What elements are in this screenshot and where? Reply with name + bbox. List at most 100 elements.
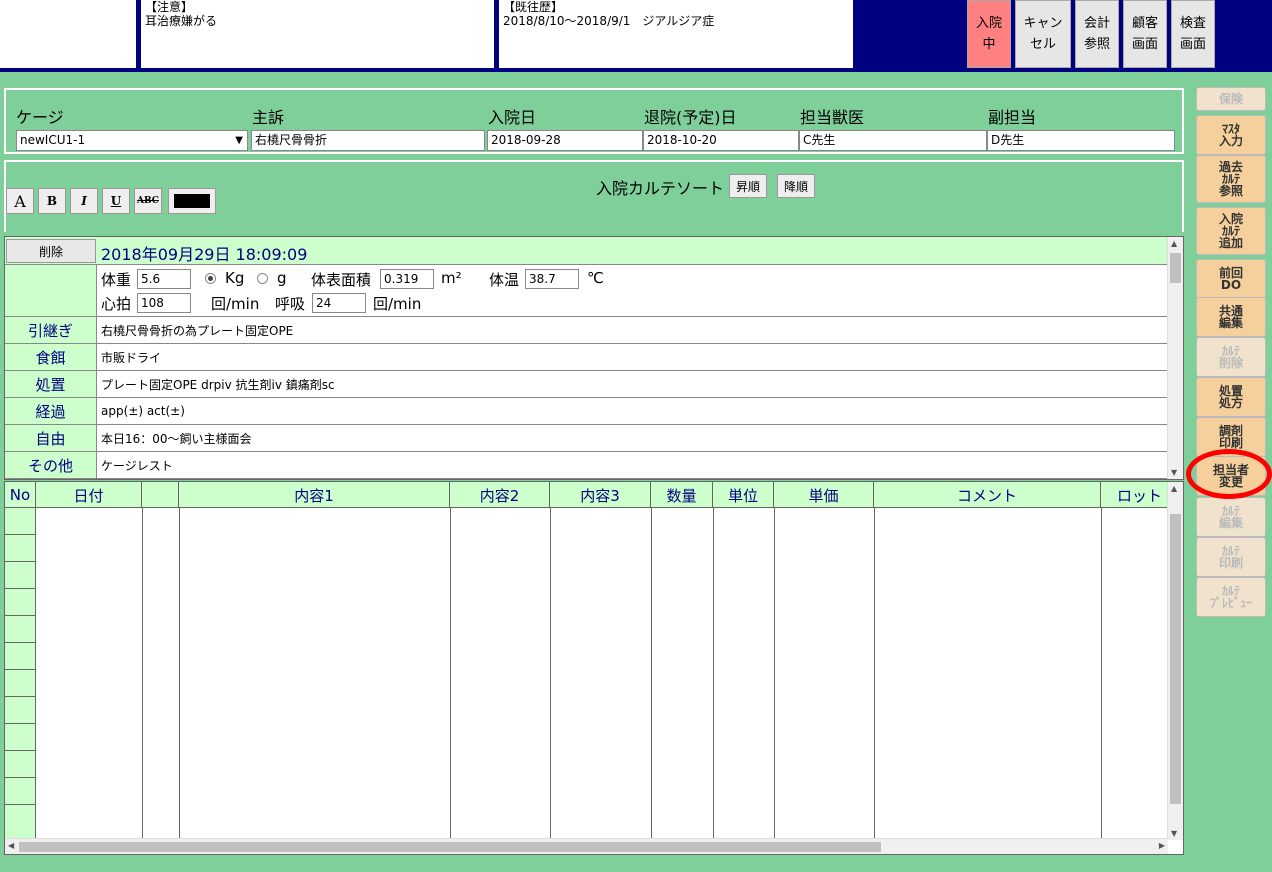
preview-chart-button[interactable]: ｶﾙﾃ ﾌﾟﾚﾋﾞｭｰ xyxy=(1196,577,1266,617)
weight-label: 体重 xyxy=(101,271,132,289)
history-title: 【既往歴】 xyxy=(503,0,564,14)
scroll-down-icon[interactable]: ▼ xyxy=(1171,829,1177,838)
row-number-cell[interactable] xyxy=(5,535,36,562)
sub-vet-label: 副担当 xyxy=(988,108,1037,127)
complaint-input[interactable]: 右橈尺骨骨折 xyxy=(251,130,485,151)
diet-value[interactable]: 市販ドライ xyxy=(97,344,1168,371)
row-number-cell[interactable] xyxy=(5,751,36,778)
cancel-button[interactable]: キャン セル xyxy=(1015,0,1071,68)
row-number-cell[interactable] xyxy=(5,643,36,670)
row-number-cell[interactable] xyxy=(5,508,36,535)
delete-chart-button[interactable]: ｶﾙﾃ 削除 xyxy=(1196,337,1266,377)
heart-rate-input[interactable]: 108 xyxy=(137,293,191,313)
col-divider xyxy=(450,508,451,838)
col-content3: 内容3 xyxy=(550,482,651,508)
record-panel: 削除 2018年09月29日 18:09:09 体重 5.6 Kg g 体表面積… xyxy=(4,236,1184,480)
resp-rate-label: 呼吸 xyxy=(275,295,306,313)
add-chart-button[interactable]: 入院 ｶﾙﾃ 追加 xyxy=(1196,207,1266,255)
detail-hscrollbar[interactable]: ◀ ▶ xyxy=(5,838,1168,854)
handover-value[interactable]: 右橈尺骨骨折の為プレート固定OPE xyxy=(97,317,1168,344)
row-number-cell[interactable] xyxy=(5,562,36,589)
treatment-prescription-button[interactable]: 処置 処方 xyxy=(1196,377,1266,417)
underline-button[interactable]: U xyxy=(102,188,130,214)
sub-vet-input[interactable]: D先生 xyxy=(987,130,1175,151)
col-divider xyxy=(550,508,551,838)
scroll-up-icon[interactable]: ▲ xyxy=(1171,239,1177,248)
delete-record-button[interactable]: 削除 xyxy=(6,239,96,263)
bsa-input[interactable]: 0.319 xyxy=(380,269,434,289)
common-edit-button[interactable]: 共通 編集 xyxy=(1196,297,1266,337)
header-blank-box xyxy=(0,0,136,68)
scroll-up-icon[interactable]: ▲ xyxy=(1171,484,1177,493)
treatment-value[interactable]: プレート固定OPE drpiv 抗生剤iv 鎮痛剤sc xyxy=(97,371,1168,398)
text-color-button[interactable] xyxy=(168,188,216,214)
customer-screen-button[interactable]: 顧客 画面 xyxy=(1123,0,1167,68)
col-divider xyxy=(179,508,180,838)
cage-select-value: newICU1-1 xyxy=(20,133,86,147)
vitals-label-cell xyxy=(5,265,97,317)
col-divider xyxy=(651,508,652,838)
g-radio[interactable] xyxy=(257,273,268,284)
strikethrough-button[interactable]: ABC xyxy=(134,188,162,214)
sort-asc-button[interactable]: 昇順 xyxy=(729,174,768,198)
temp-label: 体温 xyxy=(489,271,520,289)
font-button[interactable]: A xyxy=(6,188,34,214)
master-input-button[interactable]: ﾏｽﾀ 入力 xyxy=(1196,115,1266,155)
print-chart-button[interactable]: ｶﾙﾃ 印刷 xyxy=(1196,537,1266,577)
detail-hscroll-thumb[interactable] xyxy=(19,842,881,852)
scroll-down-icon[interactable]: ▼ xyxy=(1171,468,1177,477)
row-number-cell[interactable] xyxy=(5,589,36,616)
row-number-cell[interactable] xyxy=(5,670,36,697)
vet-input[interactable]: C先生 xyxy=(799,130,987,151)
color-swatch-fill xyxy=(174,194,210,208)
resp-rate-input[interactable]: 24 xyxy=(312,293,366,313)
scroll-right-icon[interactable]: ▶ xyxy=(1159,841,1165,850)
discharge-date-input[interactable]: 2018-10-20 xyxy=(643,130,799,151)
row-number-cell[interactable] xyxy=(5,724,36,751)
free-label: 自由 xyxy=(5,425,97,452)
chevron-down-icon: ▼ xyxy=(235,135,243,146)
previous-do-button[interactable]: 前回 DO xyxy=(1196,259,1266,299)
row-number-cell[interactable] xyxy=(5,805,36,839)
row-number-cell[interactable] xyxy=(5,697,36,724)
change-assignee-button[interactable]: 担当者 変更 xyxy=(1196,456,1266,496)
other-value[interactable]: ケージレスト xyxy=(97,452,1168,479)
past-chart-button[interactable]: 過去 ｶﾙﾃ 参照 xyxy=(1196,155,1266,203)
kg-radio[interactable] xyxy=(205,273,216,284)
test-screen-button[interactable]: 検査 画面 xyxy=(1171,0,1215,68)
record-scroll-thumb[interactable] xyxy=(1170,253,1181,283)
diet-label: 食餌 xyxy=(5,344,97,371)
caution-text: 耳治療嫌がる xyxy=(145,14,218,28)
italic-button[interactable]: I xyxy=(70,188,98,214)
caution-box: 【注意】 耳治療嫌がる xyxy=(141,0,494,68)
detail-vscroll-thumb[interactable] xyxy=(1170,514,1181,804)
insurance-button[interactable]: 保険 xyxy=(1196,87,1266,111)
dispensing-print-button[interactable]: 調剤 印刷 xyxy=(1196,417,1266,457)
col-unit: 単位 xyxy=(713,482,774,508)
bold-button[interactable]: B xyxy=(38,188,66,214)
row-number-cell[interactable] xyxy=(5,616,36,643)
accounting-view-button[interactable]: 会計 参照 xyxy=(1075,0,1119,68)
col-blank xyxy=(142,482,179,508)
sort-desc-button[interactable]: 降順 xyxy=(777,174,816,198)
admit-date-input[interactable]: 2018-09-28 xyxy=(487,130,643,151)
progress-value[interactable]: app(±) act(±) xyxy=(97,398,1168,425)
handover-label: 引継ぎ xyxy=(5,317,97,344)
cage-select[interactable]: newICU1-1 ▼ xyxy=(16,130,248,151)
other-label: その他 xyxy=(5,452,97,479)
scroll-left-icon[interactable]: ◀ xyxy=(8,841,14,850)
edit-chart-button[interactable]: ｶﾙﾃ 編集 xyxy=(1196,497,1266,537)
temp-input[interactable]: 38.7 xyxy=(525,269,579,289)
record-scrollbar[interactable]: ▲ ▼ xyxy=(1167,237,1183,479)
treatment-label: 処置 xyxy=(5,371,97,398)
col-date: 日付 xyxy=(36,482,142,508)
free-value[interactable]: 本日16：00～飼い主様面会 xyxy=(97,425,1168,452)
row-number-cell[interactable] xyxy=(5,778,36,805)
hospitalized-button[interactable]: 入院 中 xyxy=(967,0,1011,68)
admission-info-panel: ケージ 主訴 入院日 退院(予定)日 担当獣医 副担当 newICU1-1 ▼ … xyxy=(4,88,1184,154)
col-no: No xyxy=(5,482,36,508)
top-header-bar: 【注意】 耳治療嫌がる 【既往歴】 2018/8/10～2018/9/1 ジアル… xyxy=(0,0,1272,72)
detail-vscrollbar[interactable]: ▲ ▼ xyxy=(1167,482,1183,840)
weight-input[interactable]: 5.6 xyxy=(137,269,191,289)
detail-table-header: No 日付 内容1 内容2 内容3 数量 単位 単価 コメント ロット xyxy=(5,482,1168,508)
